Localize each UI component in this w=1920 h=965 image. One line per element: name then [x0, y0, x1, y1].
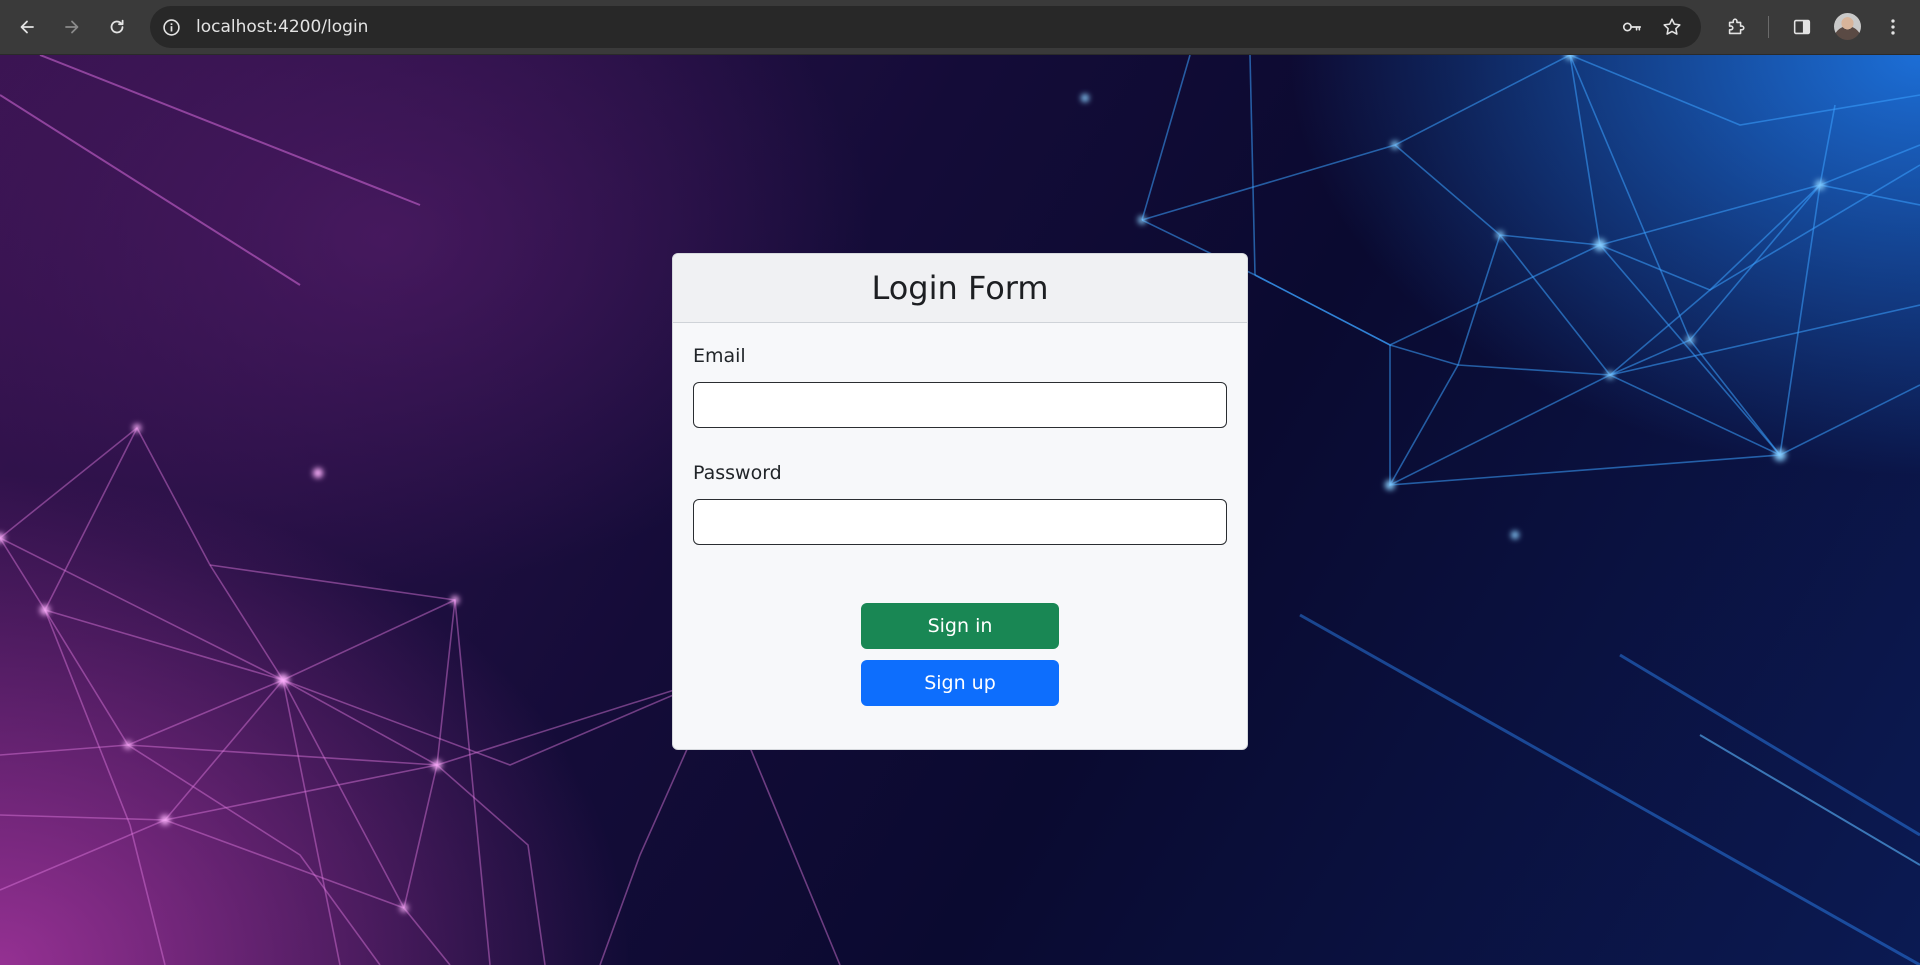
arrow-left-icon [20, 20, 34, 34]
login-card: Login Form Email Password Sign in Sign u… [672, 253, 1248, 750]
back-button[interactable] [9, 9, 45, 45]
kebab-menu-icon[interactable] [1879, 13, 1907, 41]
star-icon[interactable] [1660, 15, 1684, 39]
reload-button[interactable] [99, 9, 135, 45]
forward-button[interactable] [54, 9, 90, 45]
reload-icon [110, 19, 124, 34]
page-viewport: Login Form Email Password Sign in Sign u… [0, 55, 1920, 965]
key-icon[interactable] [1620, 15, 1644, 39]
info-icon[interactable] [160, 16, 182, 38]
page-title: Login Form [871, 269, 1049, 307]
puzzle-icon[interactable] [1722, 13, 1750, 41]
password-field[interactable] [693, 499, 1227, 545]
arrow-right-icon [65, 20, 79, 34]
email-label: Email [693, 345, 746, 367]
password-label: Password [693, 462, 782, 484]
sign-up-button[interactable]: Sign up [861, 660, 1059, 706]
sign-in-button[interactable]: Sign in [861, 603, 1059, 649]
avatar[interactable] [1834, 13, 1861, 40]
toolbar-divider [1768, 16, 1769, 38]
address-bar[interactable]: localhost:4200/login [150, 6, 1701, 48]
email-field[interactable] [693, 382, 1227, 428]
card-header: Login Form [673, 254, 1247, 323]
side-panel-icon[interactable] [1788, 13, 1816, 41]
browser-toolbar: localhost:4200/login [0, 0, 1920, 55]
url-text[interactable]: localhost:4200/login [196, 6, 368, 48]
